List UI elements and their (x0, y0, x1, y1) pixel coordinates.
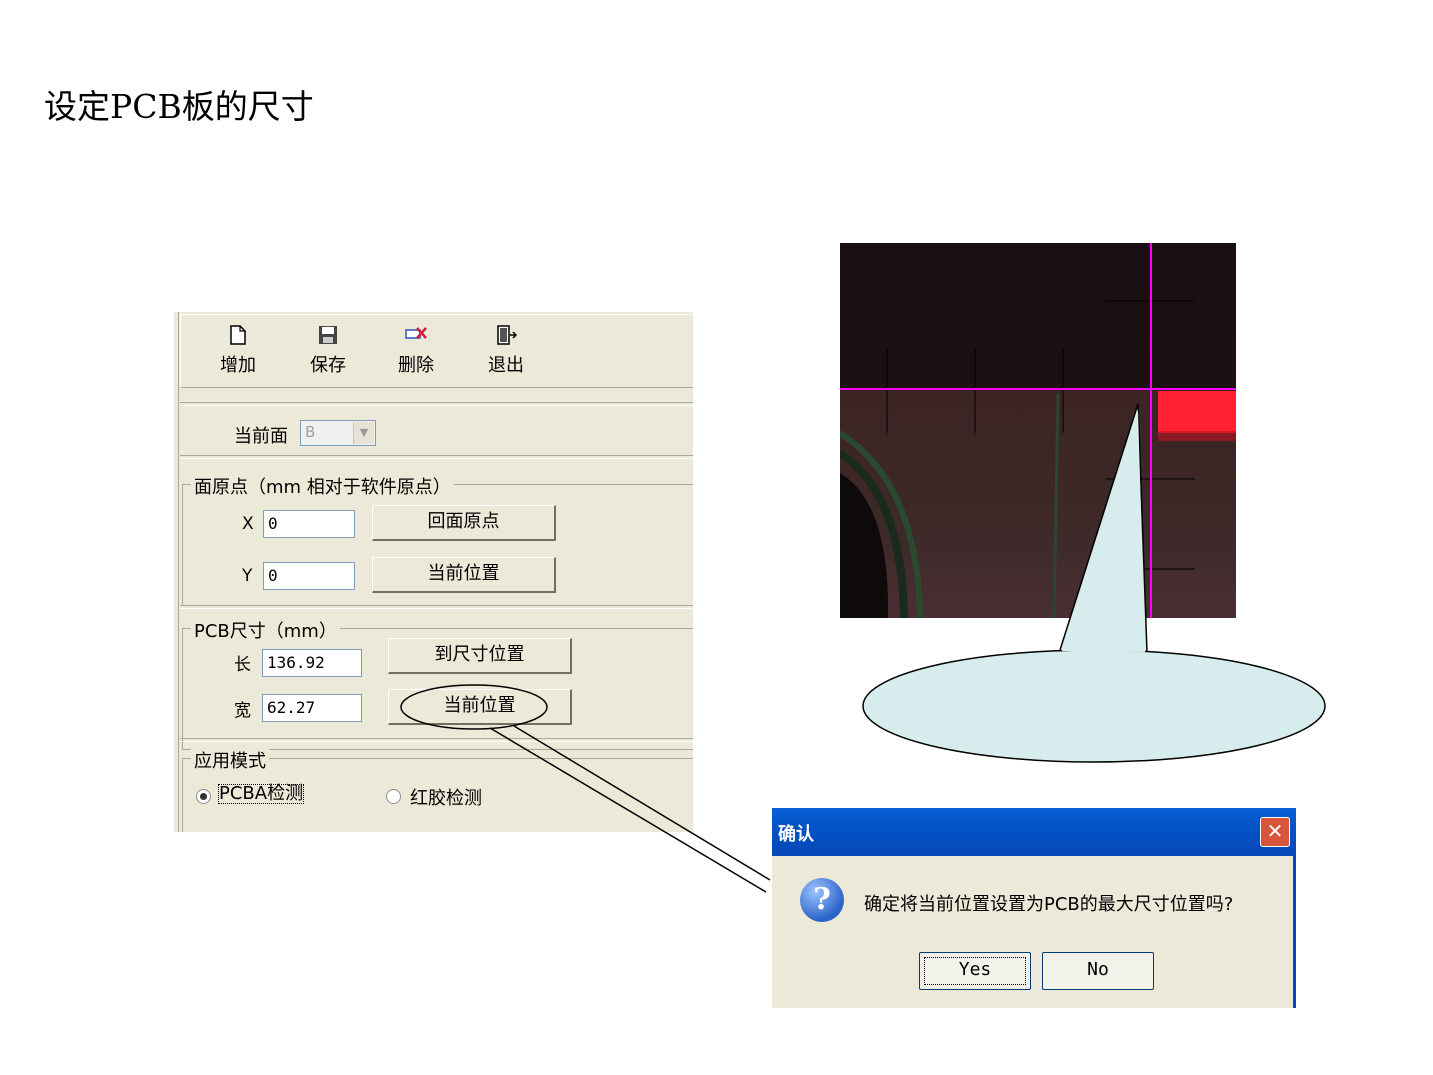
yes-button[interactable]: Yes (919, 952, 1031, 990)
dialog-title: 确认 (778, 824, 814, 845)
callout-ellipse (862, 649, 1326, 763)
dialog-message: 确定将当前位置设置为PCB的最大尺寸位置吗? (864, 894, 1234, 915)
dialog-title-bar: 确认 ✕ (772, 808, 1296, 856)
close-icon[interactable]: ✕ (1260, 817, 1290, 847)
question-icon: ? (800, 878, 844, 922)
confirm-dialog: 确认 ✕ ? 确定将当前位置设置为PCB的最大尺寸位置吗? Yes No (772, 808, 1296, 1008)
highlight-ellipse (400, 684, 548, 730)
no-button[interactable]: No (1042, 952, 1154, 990)
